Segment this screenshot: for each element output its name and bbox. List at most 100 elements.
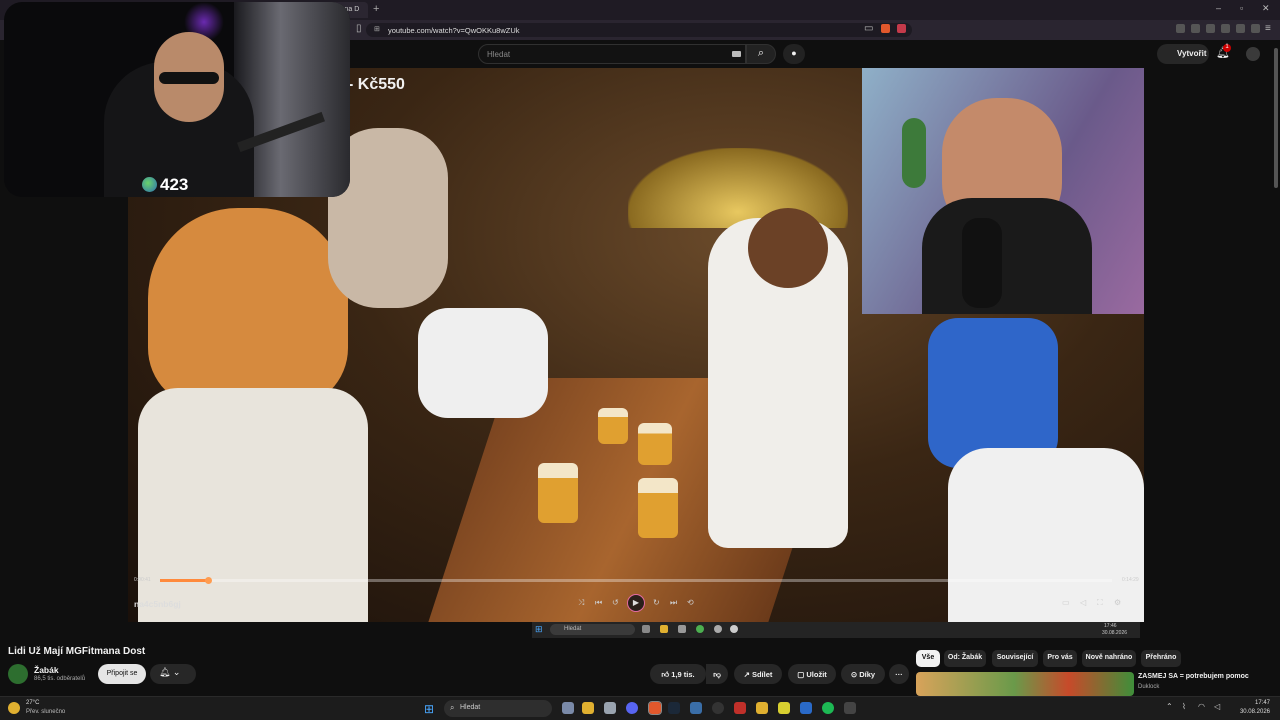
dislike-button[interactable]: 👎︎ [706, 664, 728, 684]
address-bar[interactable]: youtube.com/watch?v=QwOKKu8wZUk [366, 23, 912, 37]
chip-from-channel[interactable]: Od: Žabák [944, 650, 986, 667]
shuffle-icon[interactable]: ⤨ [578, 598, 584, 608]
save-button[interactable]: ▢ Uložit [788, 664, 836, 684]
repeat-icon[interactable]: ⟲ [687, 598, 694, 607]
app-icon[interactable] [778, 702, 790, 714]
store-icon[interactable] [604, 702, 616, 714]
recommended-video-thumbnail[interactable] [916, 672, 1134, 696]
person-shirt [138, 388, 368, 622]
app-icon[interactable] [734, 702, 746, 714]
more-actions-button[interactable]: ··· [889, 664, 909, 684]
minimize-button[interactable]: – [1216, 3, 1221, 13]
app-icon[interactable] [756, 702, 768, 714]
spotify-icon[interactable] [822, 702, 834, 714]
sidebar-icon[interactable] [1206, 24, 1215, 33]
reader-view-icon[interactable]: ▭ [864, 23, 873, 34]
settings-icon[interactable]: ⚙︎ [1114, 598, 1121, 607]
forward-icon[interactable]: ↻ [653, 598, 660, 607]
next-icon[interactable]: ⏭︎ [670, 598, 677, 608]
chip-recently-uploaded[interactable]: Nově nahráno [1082, 650, 1136, 667]
steam-icon[interactable] [668, 702, 680, 714]
beer-glass [598, 408, 628, 444]
app-icon[interactable] [690, 702, 702, 714]
share-button[interactable]: ↗ Sdílet [734, 664, 782, 684]
play-icon: ▶ [632, 598, 640, 607]
share-icon: ↗ [743, 670, 752, 679]
subscribed-bell-button[interactable]: 🔔︎ ⌄ [150, 664, 196, 684]
like-count: 1,9 tis. [671, 670, 695, 679]
weather-temperature[interactable]: 27°C [26, 700, 39, 706]
chip-related[interactable]: Související [992, 650, 1038, 667]
network-icon[interactable]: ⌇ [1182, 702, 1186, 711]
app-icon [714, 625, 722, 633]
join-button[interactable]: Připojit se [98, 664, 146, 684]
captured-clock-time: 17:46 [1104, 623, 1117, 629]
play-button[interactable]: ▶ [627, 594, 645, 612]
app-icon[interactable] [800, 702, 812, 714]
subscriber-count: 86,5 tis. odběratelů [34, 676, 86, 682]
shield-icon[interactable] [1251, 24, 1260, 33]
search-input[interactable]: Hledat [478, 44, 746, 64]
keyboard-icon[interactable] [732, 51, 741, 57]
create-button[interactable]: Vytvořit [1157, 44, 1209, 64]
scrollbar-thumb[interactable] [1274, 48, 1278, 188]
wallet-icon[interactable] [1221, 24, 1230, 33]
share-label: Sdílet [751, 670, 773, 679]
file-explorer-icon[interactable] [582, 702, 594, 714]
channel-avatar[interactable] [8, 664, 28, 684]
voice-search-button[interactable]: ● [783, 44, 805, 64]
taskbar-clock-date[interactable]: 30.08.2026 [1234, 709, 1270, 715]
bookmark-icon[interactable]: ▯ [356, 23, 362, 34]
brave-shield-icon[interactable] [881, 24, 890, 33]
menu-icon[interactable]: ≡ [1265, 23, 1271, 34]
player-channel-tag: na4c5nb6gj [134, 599, 181, 609]
vpn-icon[interactable] [1236, 24, 1245, 33]
wifi-icon[interactable]: ◠ [1198, 702, 1205, 711]
app-icon[interactable] [844, 702, 856, 714]
recommended-video-channel[interactable]: Duklock [1138, 684, 1159, 690]
task-view-icon[interactable] [562, 702, 574, 714]
maximize-button[interactable]: ▫ [1240, 3, 1243, 13]
thanks-label: Díky [859, 670, 876, 679]
windows-start-icon[interactable]: ⊞ [424, 702, 434, 716]
progress-bar[interactable] [160, 579, 1112, 582]
discord-icon[interactable] [626, 702, 638, 714]
volume-icon[interactable]: ◁ [1214, 702, 1220, 711]
thumbs-up-icon: 👍︎ [661, 670, 672, 679]
brave-icon[interactable] [648, 701, 662, 715]
progress-scrubber[interactable] [204, 577, 212, 584]
miniplayer-icon[interactable]: ▭ [1062, 598, 1070, 607]
chip-watched[interactable]: Přehráno [1141, 650, 1181, 667]
replay-icon[interactable]: ↺ [612, 598, 619, 607]
page-scrollbar[interactable] [1272, 40, 1280, 696]
lock-icon[interactable]: ⊞ [374, 25, 380, 33]
account-avatar[interactable] [1246, 47, 1260, 61]
weather-description[interactable]: Přev. slunečno [26, 709, 65, 715]
like-button[interactable]: 👍︎ 1,9 tis. [650, 664, 706, 684]
search-button[interactable]: ⌕ [746, 44, 776, 64]
close-window-button[interactable]: ✕ [1262, 3, 1270, 14]
previous-icon[interactable]: ⏮︎ [595, 598, 602, 608]
volume-icon[interactable]: ◁ [1080, 598, 1086, 607]
search-icon: ⌕ [757, 47, 765, 59]
channel-name[interactable]: Žabák [34, 665, 59, 675]
thanks-button[interactable]: ⊙ Díky [841, 664, 885, 684]
notification-badge: 1 [1223, 44, 1231, 52]
tray-chevron-icon[interactable]: ⌃ [1166, 702, 1173, 711]
obs-icon[interactable] [712, 702, 724, 714]
recommended-video-title[interactable]: ZASMEJ SA = potrebujem pomoc [1138, 673, 1249, 680]
chip-for-you[interactable]: Pro vás [1043, 650, 1077, 667]
extension-icon[interactable] [1176, 24, 1185, 33]
person-blue-shirt [928, 318, 1058, 468]
taskbar-search[interactable]: Hledat [444, 700, 552, 717]
app-icon [730, 625, 738, 633]
taskbar-clock-time[interactable]: 17:47 [1240, 700, 1270, 706]
rewards-icon[interactable] [897, 24, 906, 33]
creator-body [922, 198, 1092, 314]
media-icon[interactable] [1191, 24, 1200, 33]
weather-sun-icon[interactable] [8, 702, 20, 714]
fullscreen-icon[interactable]: ⛶ [1097, 598, 1103, 608]
new-tab-button[interactable]: + [373, 3, 379, 15]
umbrella-light [628, 148, 848, 228]
chip-all[interactable]: Vše [916, 650, 940, 667]
